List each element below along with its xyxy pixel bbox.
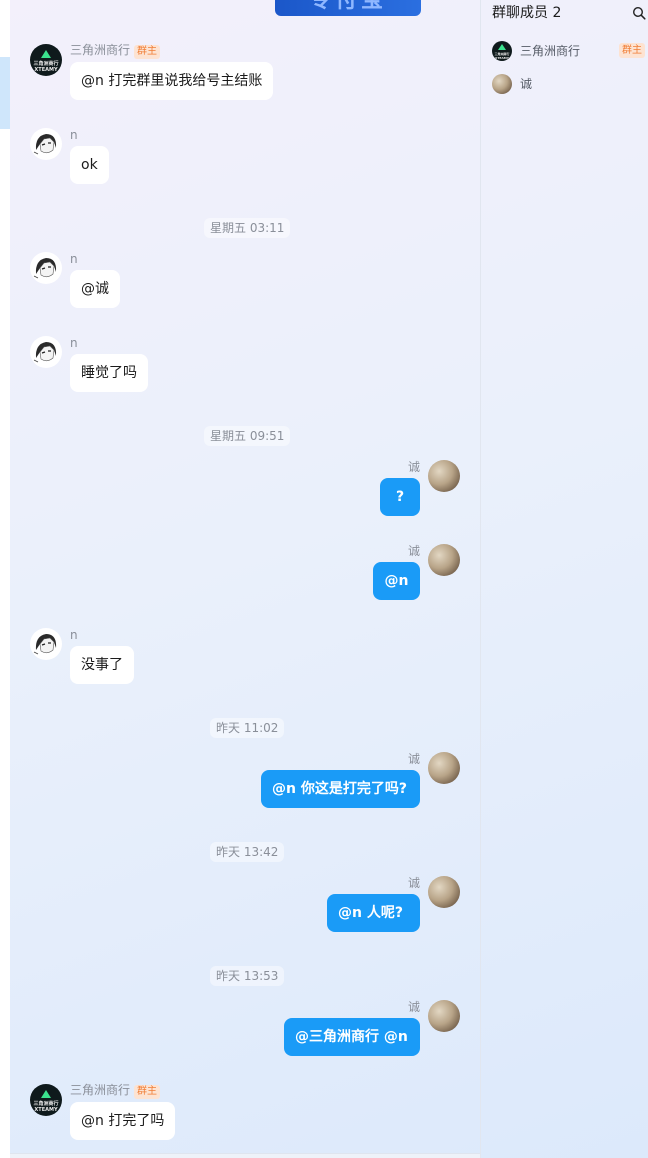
anime-face-icon [33,134,57,155]
anime-face-icon [33,342,57,363]
timestamp-divider: 星期五 03:11 [204,218,291,238]
sender-name: n [70,336,78,350]
selected-conversation-indicator [0,57,10,129]
team-logo-avatar[interactable]: 三角洲商行 XTEAMY [30,1084,62,1116]
search-icon[interactable] [632,6,646,20]
sender-name: 三角洲商行 群主 [70,43,161,59]
stones-avatar[interactable] [428,460,460,492]
sender-name: 诚 [408,460,421,474]
anime-avatar[interactable] [30,628,62,660]
logo-lettering: 三角洲商行 XTEAMY [33,1101,59,1113]
sender-name: 诚 [408,752,421,766]
sender-name: 诚 [408,876,421,890]
group-members-panel: 群聊成员 2 三角洲商行 XTEAMY 三角洲商行 群主 诚 [481,0,648,1158]
sender-name: 诚 [408,544,421,558]
chat-message-area[interactable]: 专付宝 三角洲商行 XTEAMY 三角洲商行 群主 @n 打完群里说我给号主结账 n… [10,0,480,1158]
stones-avatar[interactable] [428,544,460,576]
member-name: 诚 [520,77,533,91]
timestamp-divider: 昨天 13:53 [210,966,285,986]
message-bubble[interactable]: @诚 [70,270,120,308]
timestamp-divider: 星期五 09:51 [204,426,291,446]
message-bubble[interactable]: @n 打完群里说我给号主结账 [70,62,274,100]
message-bubble[interactable]: @n 打完了吗 [70,1102,176,1140]
triangle-logo-icon [41,1090,51,1098]
owner-badge: 群主 [619,43,645,58]
message-bubble[interactable]: @n 你这是打完了吗? [261,770,420,808]
logo-lettering: 三角洲商行 XTEAMY [494,52,510,60]
message-bubble[interactable]: 睡觉了吗 [70,354,148,392]
stones-avatar[interactable] [428,876,460,908]
anime-face-icon [33,634,57,655]
message-bubble[interactable]: @n [373,562,420,600]
stones-avatar[interactable] [428,1000,460,1032]
anime-avatar[interactable] [30,128,62,160]
message-bubble[interactable]: ok [70,146,109,184]
owner-badge: 群主 [134,45,161,59]
members-panel-title: 群聊成员 2 [492,5,562,21]
message-bubble[interactable]: @n 人呢? [327,894,420,932]
top-banner-image: 专付宝 [275,0,421,16]
message-bubble[interactable]: ? [380,478,420,516]
sender-name: 三角洲商行 群主 [70,1083,161,1099]
anime-avatar[interactable] [30,252,62,284]
stones-avatar [492,74,512,94]
timestamp-divider: 昨天 13:42 [210,842,285,862]
left-edge-strip [0,0,10,1158]
team-logo-avatar: 三角洲商行 XTEAMY [492,41,512,61]
member-item[interactable]: 三角洲商行 XTEAMY 三角洲商行 群主 [492,40,648,62]
member-name: 三角洲商行 [520,44,581,58]
logo-lettering: 三角洲商行 XTEAMY [33,61,59,73]
anime-face-icon [33,258,57,279]
sender-name: n [70,628,78,642]
input-area-edge [10,1153,480,1158]
owner-badge: 群主 [134,1085,161,1099]
team-logo-avatar[interactable]: 三角洲商行 XTEAMY [30,44,62,76]
message-bubble[interactable]: @三角洲商行 @n [284,1018,420,1056]
member-item[interactable]: 诚 [492,73,648,95]
message-bubble[interactable]: 没事了 [70,646,134,684]
triangle-logo-icon [498,44,506,50]
anime-avatar[interactable] [30,336,62,368]
stones-avatar[interactable] [428,752,460,784]
sender-name: 诚 [408,1000,421,1014]
sender-name: n [70,252,78,266]
triangle-logo-icon [41,50,51,58]
sender-name: n [70,128,78,142]
timestamp-divider: 昨天 11:02 [210,718,285,738]
